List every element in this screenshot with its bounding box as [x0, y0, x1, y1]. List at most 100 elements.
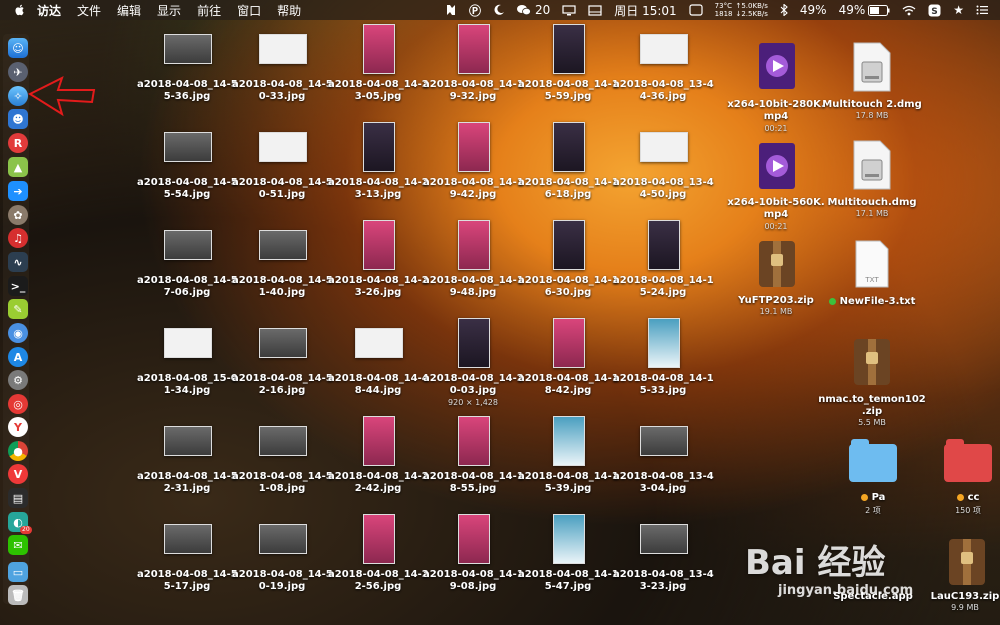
siri-icon[interactable]: ◉: [8, 323, 28, 343]
wifi-icon[interactable]: [902, 5, 916, 16]
disk-image-icon[interactable]: [852, 140, 892, 190]
image-file-thumbnail[interactable]: [164, 328, 212, 358]
folder-count: 150 项: [955, 506, 981, 515]
terminal-icon[interactable]: >_: [8, 276, 28, 296]
image-file-thumbnail[interactable]: [363, 122, 395, 172]
folder-icon[interactable]: [849, 439, 897, 482]
image-file-thumbnail[interactable]: [164, 524, 212, 554]
image-file-thumbnail[interactable]: [259, 426, 307, 456]
menu-help[interactable]: 帮助: [277, 2, 301, 19]
image-file-thumbnail[interactable]: [363, 220, 395, 270]
image-file-thumbnail[interactable]: [458, 220, 490, 270]
zip-archive-icon[interactable]: [948, 538, 986, 586]
favorites-star-icon[interactable]: ★: [953, 3, 964, 17]
status-monitor-icon[interactable]: [689, 4, 703, 16]
cpu-readout[interactable]: 49%: [800, 3, 827, 17]
image-file-thumbnail[interactable]: [458, 318, 490, 368]
zip-archive-icon[interactable]: [758, 240, 796, 288]
menu-app-name[interactable]: 访达: [37, 2, 61, 19]
migration-icon[interactable]: ➔: [8, 181, 28, 201]
image-file-thumbnail[interactable]: [553, 416, 585, 466]
yandex-icon[interactable]: Y: [8, 417, 28, 437]
image-file-thumbnail[interactable]: [640, 524, 688, 554]
image-file-thumbnail[interactable]: [259, 328, 307, 358]
image-file-thumbnail[interactable]: [259, 230, 307, 260]
image-file-thumbnail[interactable]: [640, 132, 688, 162]
menu-go[interactable]: 前往: [197, 2, 221, 19]
image-file-thumbnail[interactable]: [458, 416, 490, 466]
vivaldi-icon[interactable]: V: [8, 464, 28, 484]
activity-monitor-icon[interactable]: ∿: [8, 252, 28, 272]
image-file-thumbnail[interactable]: [259, 524, 307, 554]
image-file-thumbnail[interactable]: [259, 34, 307, 64]
menu-window[interactable]: 窗口: [237, 2, 261, 19]
image-file-thumbnail[interactable]: [553, 24, 585, 74]
image-file-thumbnail[interactable]: [164, 132, 212, 162]
red-app-icon[interactable]: R: [8, 133, 28, 153]
image-file-thumbnail[interactable]: [458, 24, 490, 74]
skype-icon[interactable]: S: [928, 4, 941, 17]
netease-icon[interactable]: ◎: [8, 394, 28, 414]
safari-icon[interactable]: ✧: [8, 86, 28, 106]
menu-file[interactable]: 文件: [77, 2, 101, 19]
image-file-thumbnail[interactable]: [458, 122, 490, 172]
disk-image-icon[interactable]: [852, 42, 892, 92]
status-screen-icon[interactable]: [588, 4, 602, 16]
photo-app-icon[interactable]: ✿: [8, 205, 28, 225]
zip-archive-icon[interactable]: [853, 338, 891, 386]
status-b-icon[interactable]: [445, 4, 457, 16]
status-wechat[interactable]: 20: [516, 3, 551, 17]
android-icon[interactable]: ▲: [8, 157, 28, 177]
system-stats[interactable]: 73°C 1818 ↑5.0KB/s ↓2.5KB/s: [715, 2, 768, 18]
video-file-icon[interactable]: [758, 142, 796, 190]
image-file-thumbnail[interactable]: [553, 514, 585, 564]
image-file-thumbnail[interactable]: [164, 230, 212, 260]
status-display-icon[interactable]: [562, 4, 576, 16]
bluetooth-icon[interactable]: [780, 4, 788, 16]
downloads-folder-icon[interactable]: ▭: [8, 562, 28, 582]
image-file-thumbnail[interactable]: [164, 34, 212, 64]
image-file-thumbnail[interactable]: [259, 132, 307, 162]
video-file-icon[interactable]: [758, 42, 796, 90]
status-moon-icon[interactable]: [493, 4, 505, 16]
app-store-icon[interactable]: A: [8, 347, 28, 367]
launchpad-icon[interactable]: ✈: [8, 62, 28, 82]
image-file-thumbnail[interactable]: [164, 426, 212, 456]
notification-center-icon[interactable]: [976, 5, 988, 15]
image-file-thumbnail[interactable]: [648, 318, 680, 368]
file-label: x264-10bit-280K. mp4: [727, 99, 825, 122]
image-file-thumbnail[interactable]: [640, 34, 688, 64]
trash-icon[interactable]: 🗑: [8, 585, 28, 605]
clock[interactable]: 周日 15:01: [614, 2, 676, 19]
file-label: a2018-04-08_14-5 1-08.jpg: [232, 471, 333, 494]
menu-edit[interactable]: 编辑: [117, 2, 141, 19]
status-p-icon[interactable]: Ⓟ: [469, 2, 481, 19]
image-file-thumbnail[interactable]: [363, 24, 395, 74]
system-preferences-icon[interactable]: ⚙: [8, 370, 28, 390]
image-file-thumbnail[interactable]: [553, 318, 585, 368]
wechat-dock-icon[interactable]: ✉: [8, 535, 28, 555]
image-file-thumbnail[interactable]: [363, 514, 395, 564]
image-file-thumbnail[interactable]: [553, 220, 585, 270]
contacts-icon[interactable]: ☻: [8, 109, 28, 129]
apple-menu-icon[interactable]: [13, 3, 27, 17]
folder-icon[interactable]: [944, 439, 992, 482]
image-file-thumbnail[interactable]: [355, 328, 403, 358]
utility-icon[interactable]: ✎: [8, 299, 28, 319]
image-file-thumbnail[interactable]: [553, 122, 585, 172]
battery-status[interactable]: 49%: [839, 3, 891, 17]
image-file-thumbnail[interactable]: [640, 426, 688, 456]
chrome-icon[interactable]: ●: [8, 441, 28, 461]
file-label: a2018-04-08_14-5 0-33.jpg: [232, 79, 333, 102]
wechat-count: 20: [534, 3, 551, 17]
image-file-thumbnail[interactable]: [363, 416, 395, 466]
baidu-watermark-logo: Bai 经验: [745, 543, 886, 583]
finder-icon[interactable]: ☺: [8, 38, 28, 58]
console-icon[interactable]: ▤: [8, 488, 28, 508]
image-file-thumbnail[interactable]: [458, 514, 490, 564]
menu-view[interactable]: 显示: [157, 2, 181, 19]
image-file-thumbnail[interactable]: [648, 220, 680, 270]
file-label: a2018-04-08_14-1 9-32.jpg: [423, 79, 524, 102]
text-file-icon[interactable]: TXT: [854, 240, 890, 288]
netease-music-icon[interactable]: ♫: [8, 228, 28, 248]
